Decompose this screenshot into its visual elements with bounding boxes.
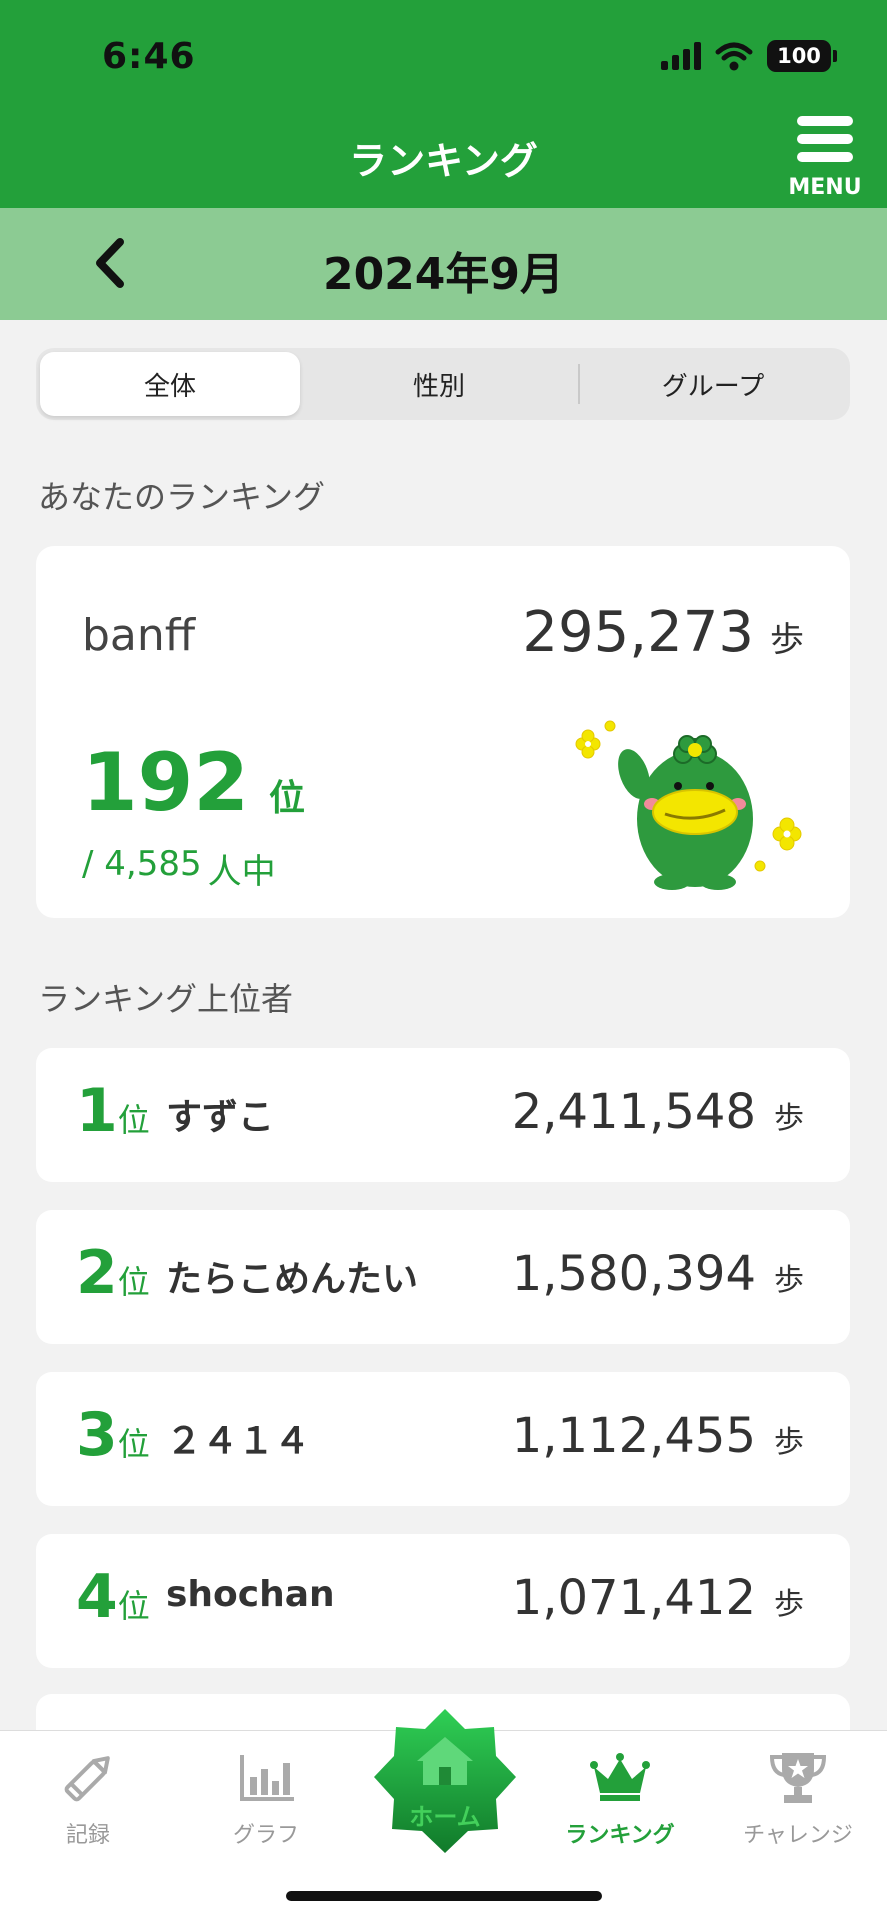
rank-position: 2 位 (76, 1238, 150, 1308)
signal-icon (661, 42, 701, 70)
my-username: banff (82, 610, 196, 661)
ranker-name: shochan (166, 1574, 335, 1615)
my-rank-value: 192 (82, 736, 249, 829)
nav-home-button[interactable]: ホーム (370, 1703, 520, 1859)
trophy-icon (769, 1753, 827, 1803)
nav-graph-label: グラフ (232, 1823, 299, 1848)
ranker-name: たらこめんたい (166, 1259, 419, 1300)
my-ranking-heading: あなたのランキング (38, 478, 326, 516)
pencil-icon (64, 1756, 110, 1802)
nav-challenge-label: チャレンジ (743, 1823, 853, 1848)
home-indicator (286, 1891, 602, 1901)
total-participants-value: / 4,585 (82, 844, 202, 884)
bottom-navigation: 記録 グラフ ホーム ランキング チャレンジ (0, 1709, 887, 1920)
nav-ranking[interactable]: ランキング (540, 1749, 700, 1849)
my-ranking-card: banff 295,273 歩 192 位 / 4,585 人中 (36, 546, 850, 918)
segment-group[interactable]: グループ (580, 352, 846, 416)
rank-position: 4 位 (76, 1562, 150, 1632)
page-title: ランキング (349, 139, 538, 183)
total-participants: / 4,585 人中 (82, 844, 276, 893)
bar-chart-icon (240, 1755, 294, 1801)
my-rank: 192 位 (82, 736, 305, 829)
my-steps: 295,273 歩 (522, 600, 804, 665)
ranker-steps: 2,411,548 歩 (511, 1084, 804, 1140)
wifi-icon (715, 42, 753, 71)
nav-challenge[interactable]: チャレンジ (718, 1749, 878, 1849)
ranker-steps: 1,071,412 歩 (511, 1570, 804, 1626)
ranking-row[interactable]: 2 位 たらこめんたい 1,580,394 歩 (36, 1210, 850, 1344)
nav-home-label: ホーム (409, 1803, 481, 1831)
my-steps-value: 295,273 (522, 600, 754, 665)
nav-graph[interactable]: グラフ (186, 1749, 346, 1849)
mascot-kappa (575, 720, 802, 890)
total-participants-suffix: 人中 (207, 852, 276, 892)
nav-record[interactable]: 記録 (8, 1749, 168, 1849)
app-header: 6:46 100 ランキング MENU (0, 0, 887, 208)
my-steps-unit: 歩 (770, 620, 804, 660)
battery-icon: 100 (767, 40, 837, 72)
ranker-steps: 1,580,394 歩 (511, 1246, 804, 1302)
top-rankers-heading: ランキング上位者 (38, 980, 294, 1018)
ranker-name: すずこ (166, 1097, 275, 1138)
segment-all[interactable]: 全体 (40, 352, 300, 416)
nav-ranking-label: ランキング (565, 1823, 675, 1848)
menu-button[interactable]: MENU (788, 112, 862, 200)
ranker-name: ２４１４ (166, 1421, 311, 1462)
menu-icon (797, 116, 853, 126)
ranking-filter-segment: 全体 性別 グループ (36, 348, 850, 420)
nav-record-label: 記録 (65, 1823, 110, 1848)
ranking-row[interactable]: 4 位 shochan 1,071,412 歩 (36, 1534, 850, 1668)
menu-label: MENU (788, 175, 862, 200)
rank-position: 1 位 (76, 1076, 150, 1146)
rank-position: 3 位 (76, 1400, 150, 1470)
house-icon (417, 1737, 473, 1785)
status-time: 6:46 (102, 36, 196, 77)
segment-gender[interactable]: 性別 (300, 352, 578, 416)
ranking-row[interactable]: 1 位 すずこ 2,411,548 歩 (36, 1048, 850, 1182)
my-rank-unit: 位 (269, 778, 306, 819)
ranker-steps: 1,112,455 歩 (511, 1408, 804, 1464)
ranking-row[interactable]: 3 位 ２４１４ 1,112,455 歩 (36, 1372, 850, 1506)
month-title: 2024年9月 (322, 249, 565, 300)
status-icons: 100 (661, 40, 837, 72)
crown-icon (590, 1753, 650, 1801)
